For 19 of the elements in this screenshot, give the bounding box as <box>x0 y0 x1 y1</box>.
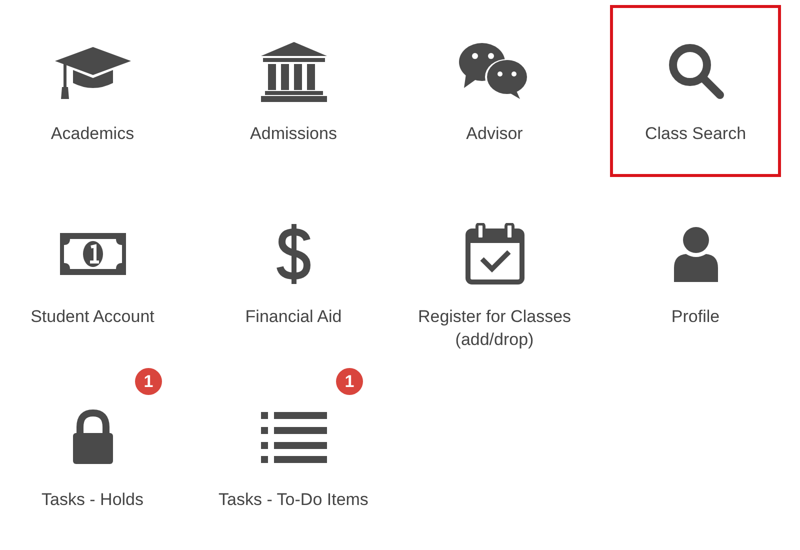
notification-badge: 1 <box>336 368 363 395</box>
person-icon <box>672 226 720 282</box>
banknote-icon <box>58 231 128 277</box>
padlock-icon <box>70 409 114 465</box>
menu-link[interactable]: Register for Classes (add/drop) <box>409 188 580 360</box>
menu-link[interactable]: Class Search <box>610 5 781 177</box>
menu-link[interactable]: Advisor <box>409 5 580 177</box>
calendar-check-icon <box>464 223 524 285</box>
menu-link[interactable]: Tasks - To-Do Items 1 <box>208 371 379 543</box>
menu-link[interactable]: Admissions <box>208 5 379 177</box>
menu-link[interactable]: Academics <box>7 5 178 177</box>
menu-link[interactable]: Financial Aid <box>208 188 379 360</box>
menu-link[interactable]: Tasks - Holds 1 <box>7 371 178 543</box>
columned-building-icon <box>258 40 328 102</box>
menu-link[interactable]: Profile <box>610 188 781 360</box>
list-icon <box>260 411 326 463</box>
notification-badge: 1 <box>135 368 162 395</box>
menu-link[interactable]: Student Account <box>7 188 178 360</box>
dollar-sign-icon <box>276 222 312 286</box>
